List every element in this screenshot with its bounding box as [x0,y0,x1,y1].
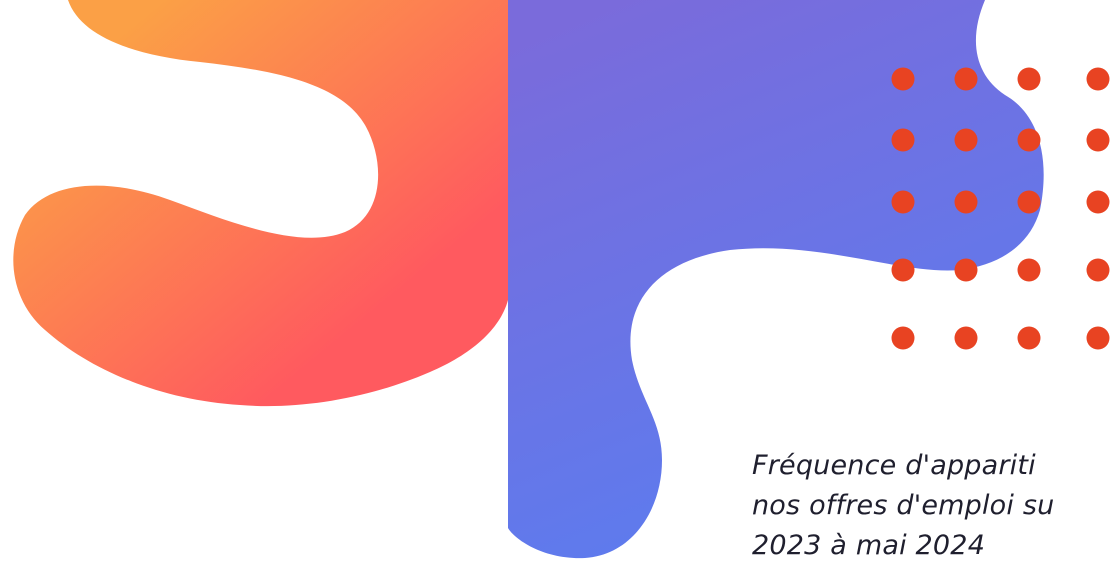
dot [1086,190,1110,214]
dot [1017,258,1041,282]
dot [954,258,978,282]
caption-line-1: Fréquence d'appariti [752,450,1036,481]
dot [891,326,915,350]
dot [1086,258,1110,282]
dot [1017,190,1041,214]
slide-canvas: Fréquence d'appariti nos offres d'emploi… [0,0,1110,562]
dot [1017,67,1041,91]
orange-blob-shape [13,0,508,407]
caption-line-2: nos offres d'emploi su [752,490,1055,521]
dot [1086,128,1110,152]
dot [1017,326,1041,350]
dot [1086,326,1110,350]
caption-text: Fréquence d'appariti nos offres d'emploi… [752,446,1110,562]
caption-line-3: 2023 à mai 2024 [752,530,986,561]
dot [954,128,978,152]
dot [1086,67,1110,91]
dot [954,190,978,214]
dot [891,67,915,91]
dot [891,258,915,282]
dot [1017,128,1041,152]
dot [891,128,915,152]
dot [891,190,915,214]
dot [954,326,978,350]
dot [954,67,978,91]
